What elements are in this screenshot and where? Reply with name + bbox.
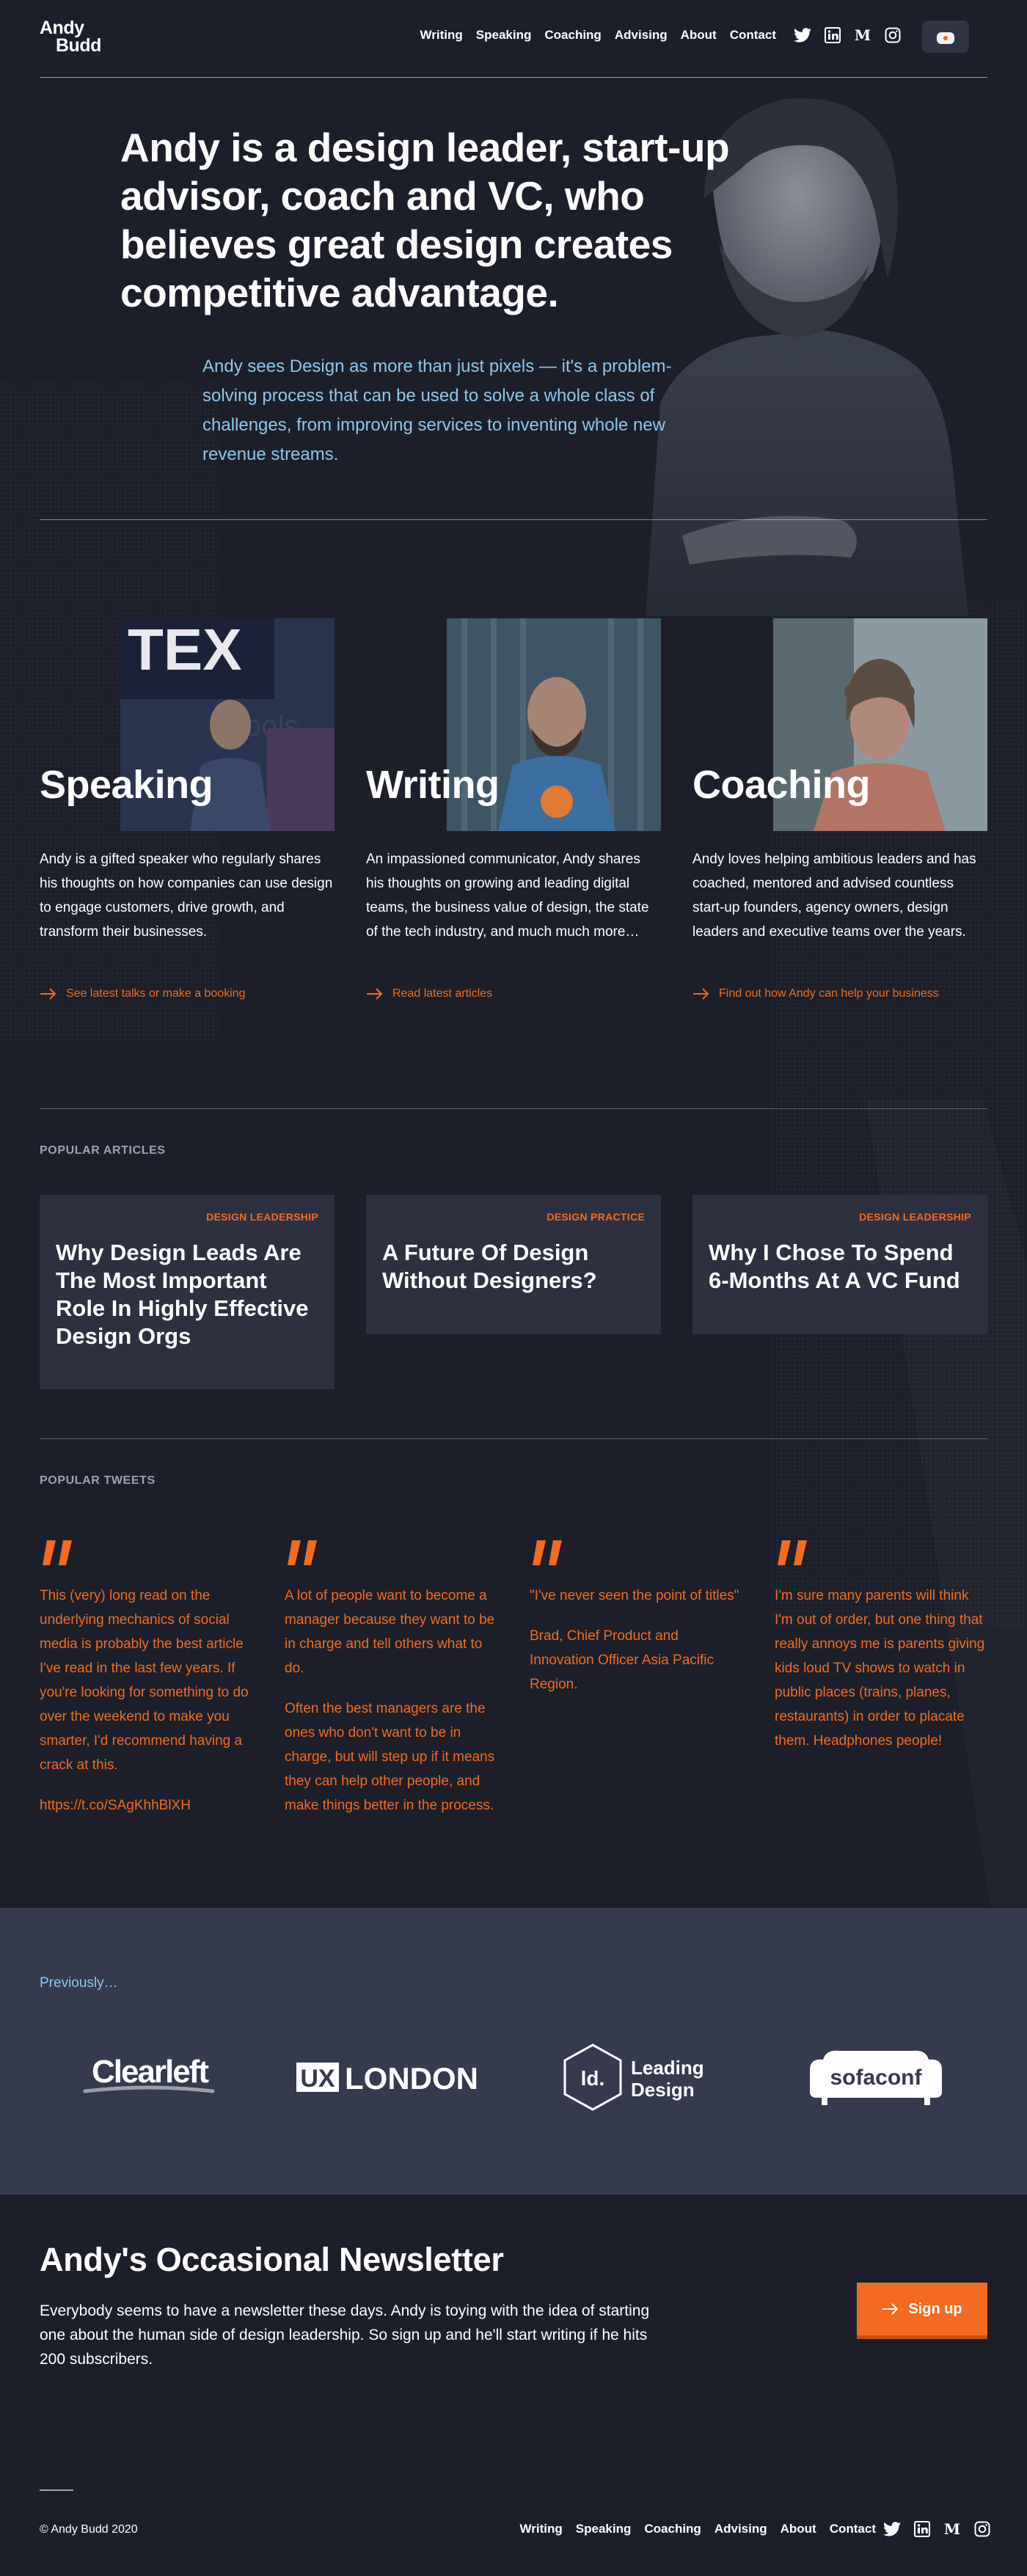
article-card[interactable]: Design Leadership Why Design Leads Are T… — [40, 1195, 335, 1389]
writing-heading: Writing — [366, 763, 500, 807]
article-title: Why Design Leads Are The Most Important … — [56, 1240, 309, 1349]
signup-button[interactable]: Sign up — [857, 2283, 987, 2335]
leading-design-badge-text: ld. — [581, 2067, 605, 2090]
instagram-icon[interactable] — [973, 2520, 991, 2538]
footer-link-speaking[interactable]: Speaking — [576, 2522, 632, 2536]
toggle-knob-icon — [937, 32, 954, 44]
speaking-link[interactable]: See latest talks or make a booking — [40, 987, 246, 1000]
hero-title: Andy is a design leader, start-up adviso… — [120, 125, 730, 315]
article-tag: Design Practice — [547, 1211, 645, 1223]
header-social-links: M — [794, 26, 902, 44]
arrow-right-icon — [693, 988, 709, 1000]
hero-lede: Andy sees Design as more than just pixel… — [202, 356, 672, 464]
footer-link-writing[interactable]: Writing — [520, 2522, 563, 2536]
tweet-text: Brad, Chief Product and Innovation Offic… — [530, 1628, 714, 1692]
article-title: A Future Of Design Without Designers? — [382, 1240, 597, 1293]
speaking-heading: Speaking — [40, 763, 213, 807]
arrow-right-icon — [40, 988, 56, 1000]
tweet-link[interactable]: https://t.co/SAgKhhBlXH — [40, 1793, 252, 1818]
medium-icon[interactable]: M — [854, 26, 871, 44]
site-logo[interactable]: Andy Budd — [40, 18, 101, 56]
coaching-heading: Coaching — [692, 763, 871, 807]
svg-text:TEX: TEX — [128, 618, 242, 682]
writing-description: An impassioned communicator, Andy shares… — [366, 852, 649, 940]
popular-articles-label: Popular Articles — [40, 1144, 166, 1157]
tweet-card: A lot of people want to become a manager… — [285, 1540, 497, 1818]
sofaconf-wordmark: sofaconf — [830, 2065, 922, 2090]
quote-mark-icon — [288, 1540, 317, 1565]
sofaconf-logo: sofaconf — [803, 2041, 949, 2114]
tweet-text: I'm sure many parents will think I'm out… — [775, 1588, 985, 1749]
nav-link-advising[interactable]: Advising — [615, 28, 668, 43]
linkedin-icon[interactable] — [824, 26, 841, 44]
ux-london-logo: UX LONDON — [295, 2041, 493, 2114]
nav-link-coaching[interactable]: Coaching — [544, 28, 601, 43]
coaching-link[interactable]: Find out how Andy can help your business — [692, 987, 939, 1000]
footer-nav: Writing Speaking Coaching Advising About… — [520, 2522, 876, 2536]
newsletter-title: Andy's Occasional Newsletter — [40, 2241, 504, 2278]
tweet-card: I'm sure many parents will think I'm out… — [775, 1540, 987, 1753]
clearleft-logo: Clearleft — [76, 2041, 223, 2114]
quote-mark-icon — [533, 1540, 562, 1565]
writing-link-label: Read latest articles — [392, 987, 493, 1000]
main-nav: Writing Speaking Coaching Advising About… — [420, 28, 776, 43]
tweet-text: "I've never seen the point of titles" — [530, 1588, 739, 1603]
medium-icon[interactable]: M — [943, 2520, 961, 2538]
tweet-card: "I've never seen the point of titles" Br… — [530, 1540, 742, 1697]
footer-link-contact[interactable]: Contact — [830, 2522, 876, 2536]
speaking-link-label: See latest talks or make a booking — [66, 987, 246, 1000]
article-card[interactable]: Design Leadership Why I Chose To Spend 6… — [692, 1195, 987, 1334]
footer-link-advising[interactable]: Advising — [714, 2522, 767, 2536]
linkedin-icon[interactable] — [913, 2520, 931, 2538]
section-divider — [40, 1108, 987, 1109]
nav-link-about[interactable]: About — [681, 28, 717, 43]
nav-link-writing[interactable]: Writing — [420, 28, 463, 43]
clearleft-wordmark: Clearleft — [92, 2054, 209, 2090]
footer-social-links: M — [883, 2520, 991, 2538]
logo-line-1: Andy — [40, 18, 84, 38]
tweet-text: A lot of people want to become a manager… — [285, 1588, 495, 1676]
coaching-description: Andy loves helping ambitious leaders and… — [692, 852, 976, 940]
twitter-icon[interactable] — [794, 26, 811, 44]
speaking-description: Andy is a gifted speaker who regularly s… — [40, 852, 333, 940]
article-title: Why I Chose To Spend 6-Months At A VC Fu… — [709, 1240, 960, 1293]
coaching-link-label: Find out how Andy can help your business — [719, 987, 939, 1000]
ux-london-wordmark: LONDON — [345, 2061, 478, 2096]
tweet-text: Often the best managers are the ones who… — [285, 1701, 495, 1813]
tweet-card: This (very) long read on the underlying … — [40, 1540, 252, 1818]
footer-link-about[interactable]: About — [781, 2522, 816, 2536]
logo-line-2: Budd — [56, 35, 101, 56]
leading-design-logo: ld. Leading Design — [563, 2041, 710, 2114]
previously-label: Previously… — [40, 1975, 118, 1991]
footer-link-coaching[interactable]: Coaching — [644, 2522, 701, 2536]
tweet-text: This (very) long read on the underlying … — [40, 1588, 249, 1773]
signup-button-label: Sign up — [908, 2300, 962, 2317]
quote-mark-icon — [778, 1540, 807, 1565]
svg-text:M: M — [855, 28, 871, 43]
nav-link-contact[interactable]: Contact — [730, 28, 776, 43]
leading-design-line-1: Leading — [631, 2057, 704, 2079]
svg-text:M: M — [944, 2522, 960, 2536]
hero-divider — [40, 519, 987, 520]
writing-link[interactable]: Read latest articles — [366, 987, 492, 1000]
nav-link-speaking[interactable]: Speaking — [476, 28, 532, 43]
arrow-right-icon — [882, 2303, 899, 2315]
footer-divider — [40, 2489, 73, 2491]
quote-mark-icon — [43, 1540, 72, 1565]
instagram-icon[interactable] — [884, 26, 902, 44]
article-tag: Design Leadership — [859, 1211, 971, 1223]
arrow-right-icon — [367, 988, 383, 1000]
copyright: © Andy Budd 2020 — [40, 2523, 138, 2536]
article-tag: Design Leadership — [206, 1211, 318, 1223]
leading-design-line-2: Design — [631, 2079, 695, 2101]
section-divider — [40, 1438, 987, 1439]
twitter-icon[interactable] — [883, 2520, 901, 2538]
theme-toggle[interactable] — [922, 21, 969, 53]
popular-tweets-label: Popular Tweets — [40, 1474, 156, 1487]
ux-london-badge-text: UX — [300, 2065, 335, 2093]
newsletter-description: Everybody seems to have a newsletter the… — [40, 2302, 650, 2368]
article-card[interactable]: Design Practice A Future Of Design Witho… — [366, 1195, 661, 1334]
